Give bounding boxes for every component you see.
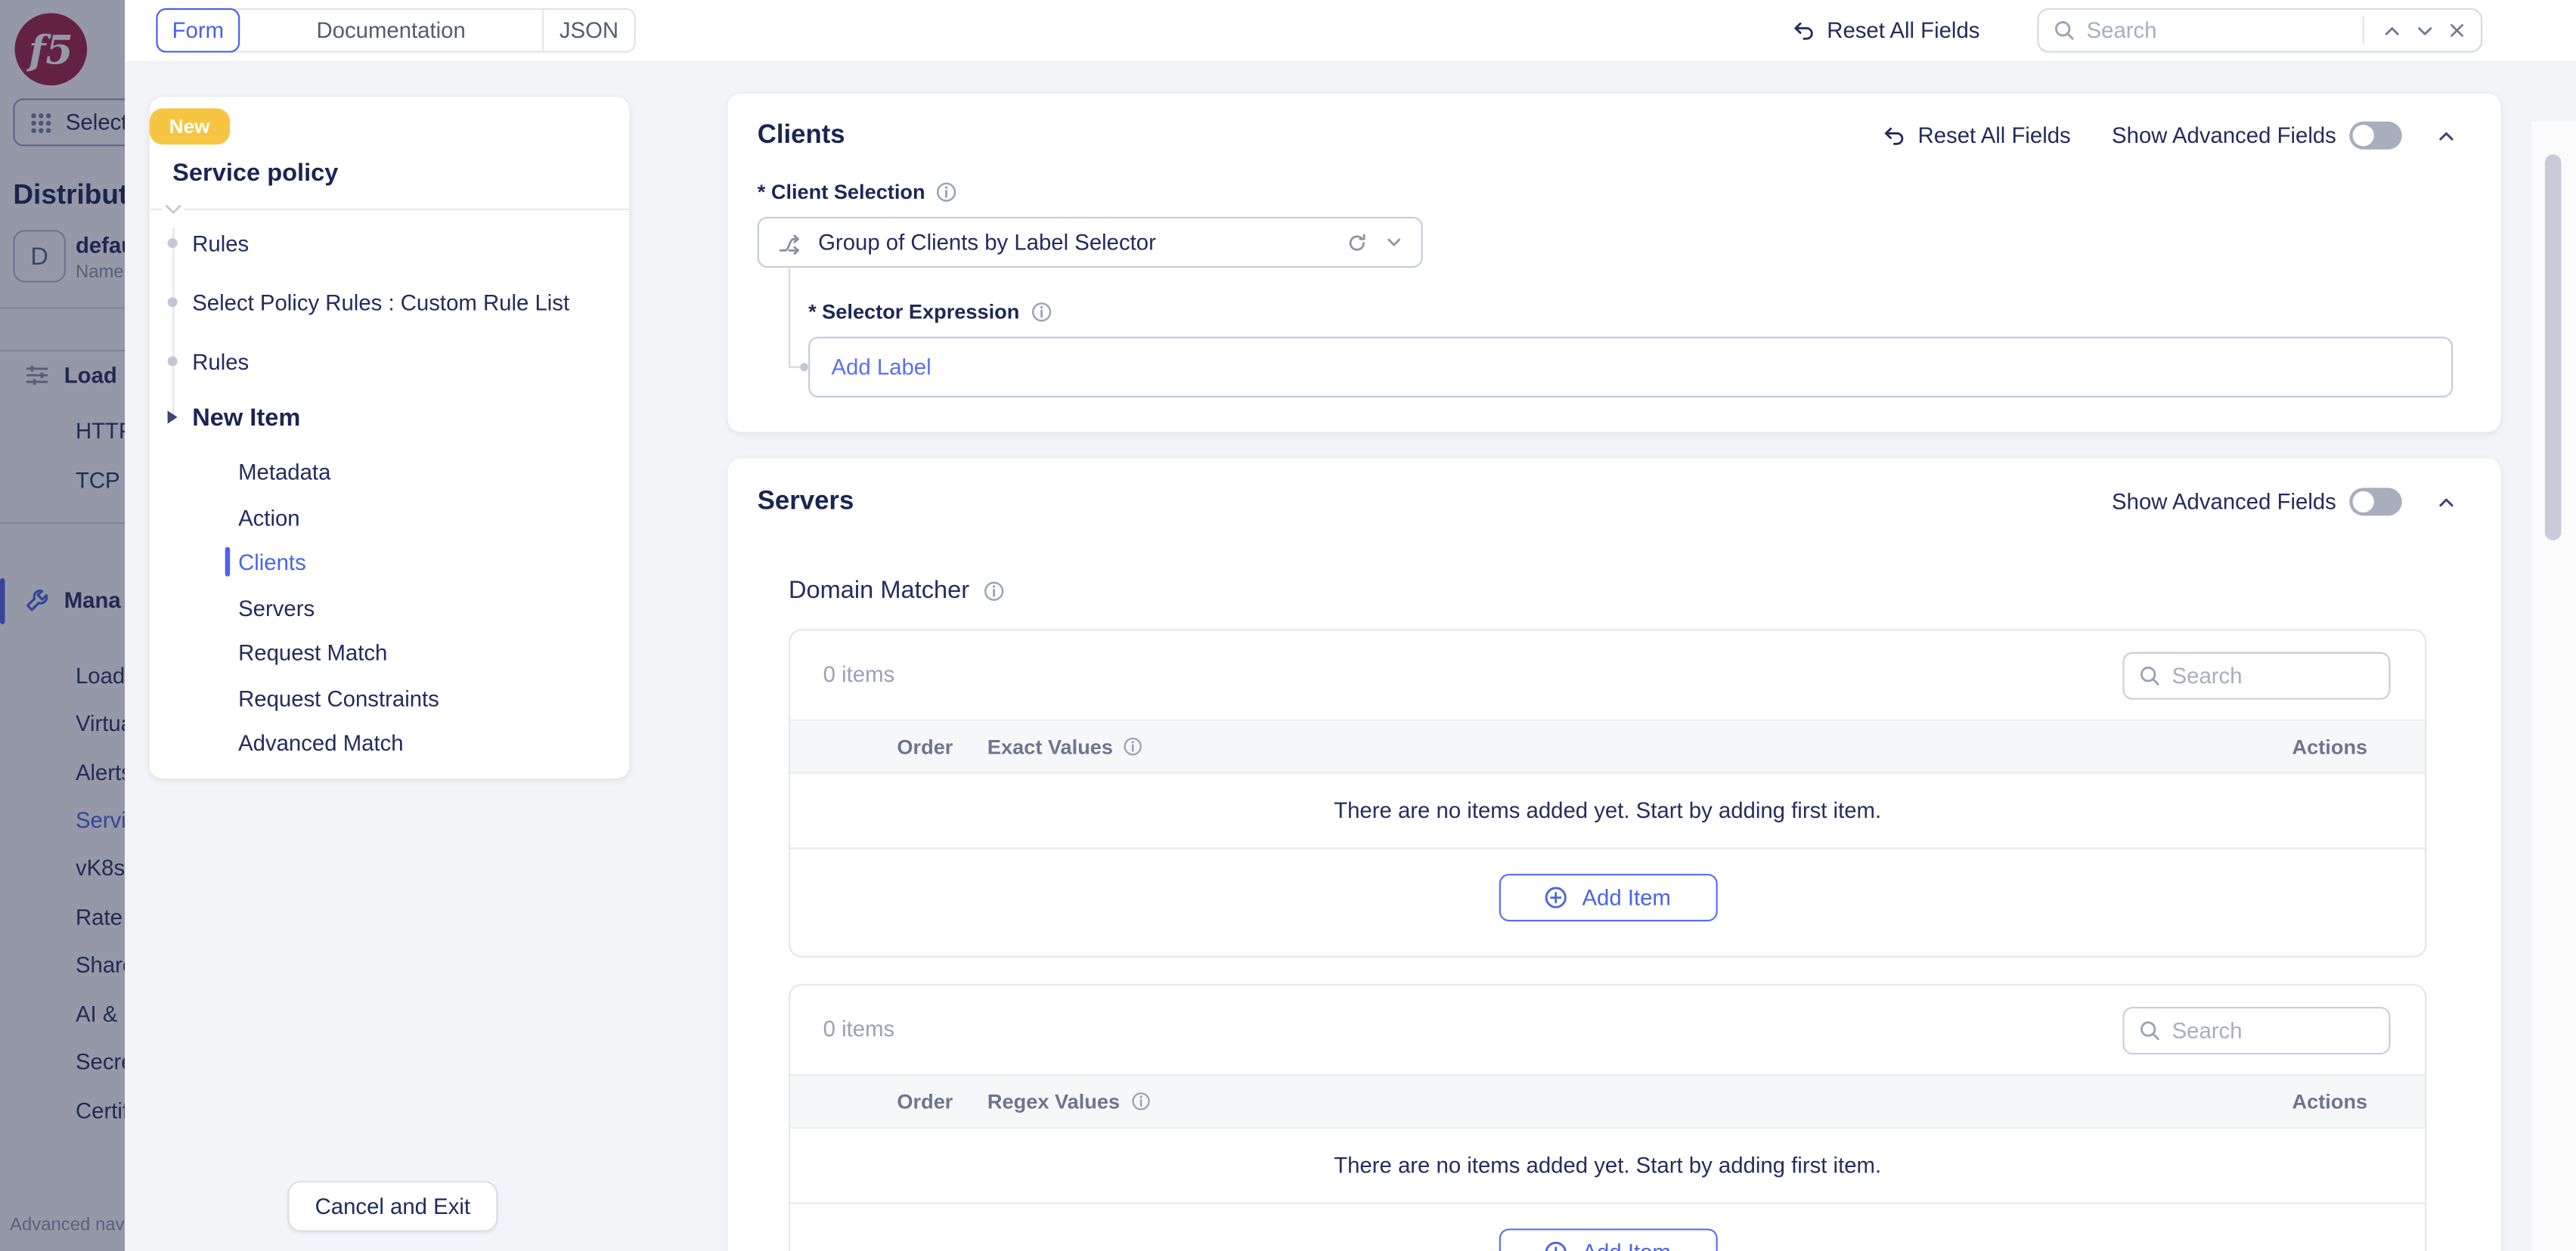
column-header-order: Order (897, 721, 953, 772)
items-count: 0 items (823, 1017, 895, 1042)
collapse-notch-icon[interactable] (163, 202, 184, 217)
selector-expression-input[interactable] (808, 336, 2453, 397)
show-advanced-fields-label: Show Advanced Fields (2112, 490, 2336, 515)
reset-all-fields-label: Reset All Fields (1918, 123, 2071, 148)
close-icon[interactable] (2446, 20, 2467, 41)
info-icon[interactable] (935, 181, 958, 203)
search-icon (2052, 18, 2077, 43)
connector-dot (800, 363, 808, 371)
service-policy-editor-modal: Form Documentation JSON Reset All Fields (125, 0, 2576, 1251)
table-search-box (2122, 652, 2390, 700)
tab-form[interactable]: Form (156, 8, 240, 53)
toggle-knob (2353, 125, 2374, 146)
screen: f5 Select Distribut D defaul Names (0, 0, 2576, 1251)
column-header-exact-values: Exact Values (987, 721, 1144, 772)
client-selection-value: Group of Clients by Label Selector (818, 230, 1331, 255)
toggle-knob (2353, 491, 2374, 512)
column-header-actions: Actions (2292, 721, 2368, 772)
table-search-box (2122, 1007, 2390, 1054)
clients-section-card: Clients Reset All Fields Show Advanced F… (728, 94, 2501, 432)
clients-header-controls: Reset All Fields Show Advanced Fields (1882, 122, 2458, 150)
tab-json[interactable]: JSON (542, 10, 634, 51)
search-icon (2137, 664, 2162, 689)
table-search-input[interactable] (2162, 1018, 2389, 1043)
editor-content: New Service policy Rules Select Policy R… (125, 60, 2576, 1251)
chevron-down-icon[interactable] (2413, 19, 2436, 42)
branch-icon (777, 229, 804, 255)
items-count: 0 items (823, 662, 895, 687)
info-icon[interactable] (1029, 301, 1052, 324)
tree-bullet (168, 357, 178, 367)
domain-matcher-label: Domain Matcher (789, 577, 1006, 605)
undo-icon (1882, 123, 1907, 148)
regex-values-table: 0 items Order Regex Values (789, 984, 2426, 1251)
servers-section-title: Servers (758, 488, 854, 517)
modal-search-box (2037, 8, 2482, 53)
policy-title: Service policy (172, 159, 338, 187)
search-nav-controls (2363, 17, 2481, 45)
collapse-chevron-up-icon[interactable] (2435, 124, 2457, 147)
view-tabs: Form Documentation JSON (156, 8, 635, 53)
empty-table-message: There are no items added yet. Start by a… (790, 773, 2425, 849)
undo-icon (1790, 18, 1815, 43)
modal-search-input[interactable] (2077, 18, 2363, 43)
exact-values-table: 0 items Order Exact Values (789, 629, 2426, 958)
clients-section-title: Clients (758, 122, 845, 151)
table-header-row: Order Regex Values Actions (790, 1074, 2425, 1129)
client-selection-select[interactable]: Group of Clients by Label Selector (758, 217, 1423, 268)
servers-header-controls: Show Advanced Fields (2112, 488, 2458, 516)
tree-bullet (168, 297, 178, 307)
column-header-actions: Actions (2292, 1076, 2368, 1126)
tab-documentation[interactable]: Documentation (240, 10, 542, 51)
collapse-chevron-up-icon[interactable] (2435, 491, 2457, 513)
refresh-icon[interactable] (1346, 231, 1369, 253)
show-advanced-fields-toggle[interactable] (2349, 122, 2402, 150)
tree-guide-line (172, 228, 174, 414)
client-selection-label: * Client Selection (758, 181, 958, 203)
form-navigation-panel: New Service policy Rules Select Policy R… (150, 97, 629, 779)
modal-overlay (0, 0, 125, 1251)
plus-circle-icon (1544, 885, 1569, 910)
show-advanced-fields-toggle[interactable] (2349, 488, 2402, 516)
add-item-label: Add Item (1582, 1240, 1670, 1251)
empty-table-message: There are no items added yet. Start by a… (790, 1129, 2425, 1204)
column-header-regex-values: Regex Values (987, 1076, 1151, 1126)
expand-arrow-icon (168, 410, 178, 423)
chevron-up-icon[interactable] (2381, 19, 2404, 42)
add-item-button[interactable]: Add Item (1499, 874, 1717, 921)
panel-divider (150, 209, 629, 210)
new-badge: New (150, 108, 230, 144)
scrollbar-track[interactable] (2531, 122, 2576, 1251)
selector-expression-label: * Selector Expression (808, 301, 1052, 324)
clients-reset-all-button[interactable]: Reset All Fields (1882, 123, 2071, 148)
reset-all-fields-button[interactable]: Reset All Fields (1790, 0, 1979, 60)
plus-circle-icon (1544, 1240, 1569, 1251)
scrollbar-thumb[interactable] (2545, 154, 2562, 540)
info-icon[interactable] (1130, 1091, 1151, 1112)
cancel-and-exit-button[interactable]: Cancel and Exit (287, 1181, 498, 1231)
table-header-row: Order Exact Values Actions (790, 720, 2425, 774)
add-item-label: Add Item (1582, 885, 1670, 910)
add-item-button[interactable]: Add Item (1499, 1228, 1717, 1251)
selected-item-bar (225, 547, 231, 577)
tree-bullet (168, 238, 178, 248)
editor-topbar: Form Documentation JSON Reset All Fields (125, 0, 2576, 60)
chevron-down-icon (1384, 231, 1405, 252)
search-icon (2137, 1018, 2162, 1043)
info-icon[interactable] (1123, 735, 1144, 757)
servers-section-card: Servers Show Advanced Fields Domain Matc… (728, 458, 2501, 1251)
nested-field-connector (789, 268, 805, 368)
info-icon[interactable] (982, 579, 1005, 602)
show-advanced-fields-label: Show Advanced Fields (2112, 123, 2336, 148)
reset-all-fields-label: Reset All Fields (1827, 18, 1979, 43)
column-header-order: Order (897, 1076, 953, 1126)
table-search-input[interactable] (2162, 664, 2389, 689)
